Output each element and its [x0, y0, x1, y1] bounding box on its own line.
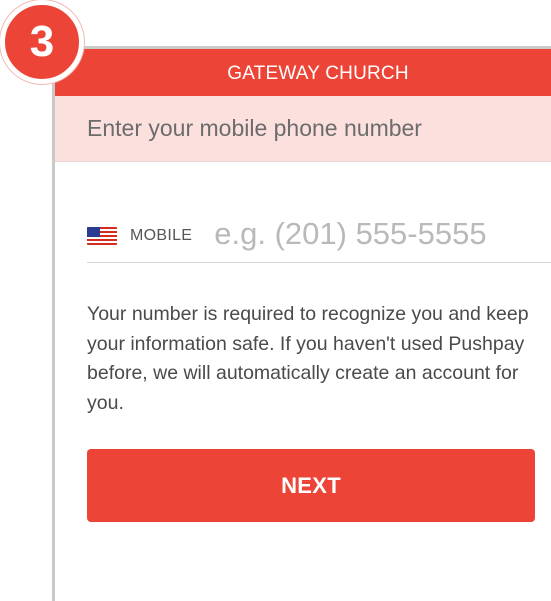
prompt-text: Enter your mobile phone number [87, 115, 422, 141]
info-text: Your number is required to recognize you… [87, 303, 529, 414]
us-flag-icon[interactable] [87, 226, 117, 245]
app-header: GATEWAY CHURCH [55, 49, 551, 96]
flag-canton [87, 226, 100, 237]
tutorial-screen: 3 GATEWAY CHURCH Enter your mobile phone… [0, 0, 551, 601]
mobile-label: MOBILE [130, 226, 193, 244]
phone-field[interactable]: MOBILE [87, 205, 551, 263]
church-title: GATEWAY CHURCH [227, 62, 409, 84]
step-badge: 3 [0, 0, 84, 84]
app-window: GATEWAY CHURCH Enter your mobile phone n… [52, 46, 551, 601]
prompt-banner: Enter your mobile phone number [55, 96, 551, 162]
step-number: 3 [29, 17, 55, 66]
phone-input[interactable] [214, 215, 525, 252]
next-button[interactable]: NEXT [87, 449, 535, 522]
next-button-label: NEXT [281, 472, 341, 498]
